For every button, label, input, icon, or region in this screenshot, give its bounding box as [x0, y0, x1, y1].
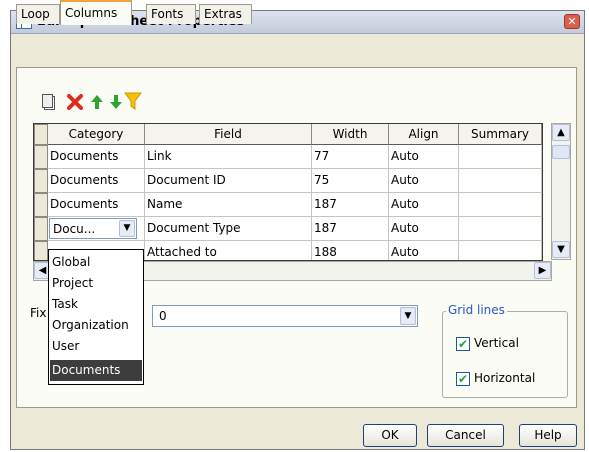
cell-align[interactable]: Auto: [389, 193, 459, 217]
scroll-up-icon[interactable]: ▲: [552, 124, 570, 141]
cell-width[interactable]: 187: [312, 217, 389, 241]
move-down-icon[interactable]: [107, 94, 125, 112]
cell-category[interactable]: Documents: [48, 193, 145, 217]
scroll-down-icon[interactable]: ▼: [552, 241, 570, 258]
row-selector[interactable]: [34, 193, 48, 217]
row-selector[interactable]: [34, 241, 48, 260]
cell-summary[interactable]: [459, 241, 542, 260]
cell-summary[interactable]: [459, 145, 542, 169]
column-header-field[interactable]: Field: [145, 124, 312, 145]
tab-columns[interactable]: Columns: [60, 0, 132, 25]
fixed-columns-select[interactable]: 0 ▼: [152, 305, 418, 327]
help-button[interactable]: Help: [519, 424, 577, 447]
cell-width[interactable]: 187: [312, 193, 389, 217]
dropdown-option-user[interactable]: User: [50, 336, 142, 357]
column-header-width[interactable]: Width: [312, 124, 389, 145]
category-combo-value: Docu...: [53, 222, 96, 236]
tab-extras[interactable]: Extras: [199, 4, 252, 24]
cell-align[interactable]: Auto: [389, 169, 459, 193]
scroll-right-icon[interactable]: ▶: [534, 262, 551, 279]
cell-width[interactable]: 75: [312, 169, 389, 193]
cell-field[interactable]: Name: [145, 193, 312, 217]
cell-align[interactable]: Auto: [389, 241, 459, 260]
category-combo[interactable]: Docu... ▼: [49, 218, 137, 239]
tab-loop[interactable]: Loop: [16, 4, 60, 24]
cell-field[interactable]: Attached to: [145, 241, 312, 260]
cell-category-editor: Docu... ▼: [48, 217, 145, 241]
horizontal-checkbox[interactable]: ✔: [456, 372, 470, 386]
cell-field[interactable]: Document Type: [145, 217, 312, 241]
chevron-down-icon[interactable]: ▼: [400, 307, 416, 325]
fixed-columns-label: Fix: [30, 306, 47, 320]
cell-summary[interactable]: [459, 217, 542, 241]
cell-align[interactable]: Auto: [389, 145, 459, 169]
cell-align[interactable]: Auto: [389, 217, 459, 241]
row-selector[interactable]: [34, 169, 48, 193]
cell-summary[interactable]: [459, 193, 542, 217]
vertical-checkbox[interactable]: ✔: [456, 337, 470, 351]
dropdown-option-documents[interactable]: Documents: [50, 360, 142, 381]
move-up-icon[interactable]: [88, 94, 106, 112]
chevron-down-icon[interactable]: ▼: [119, 220, 135, 237]
scroll-thumb[interactable]: [552, 145, 570, 159]
grid-corner: [34, 124, 48, 145]
dropdown-option-project[interactable]: Project: [50, 273, 142, 294]
cell-category[interactable]: Documents: [48, 169, 145, 193]
row-selector[interactable]: [34, 145, 48, 169]
tab-fonts[interactable]: Fonts: [146, 4, 196, 24]
cell-width[interactable]: 188: [312, 241, 389, 260]
columns-grid: Category Field Width Align Summary Docum…: [33, 123, 543, 261]
column-header-align[interactable]: Align: [389, 124, 459, 145]
close-icon[interactable]: ✕: [564, 14, 580, 29]
category-dropdown-list: Global Project Task Organization User Do…: [48, 249, 144, 385]
dropdown-option-task[interactable]: Task: [50, 294, 142, 315]
dropdown-option-global[interactable]: Global: [50, 252, 142, 273]
row-selector[interactable]: [34, 217, 48, 241]
cancel-button[interactable]: Cancel: [427, 424, 504, 447]
grid-lines-legend: Grid lines: [446, 303, 507, 317]
fixed-columns-value: 0: [159, 309, 167, 323]
cell-field[interactable]: Link: [145, 145, 312, 169]
cell-summary[interactable]: [459, 169, 542, 193]
new-column-icon[interactable]: [40, 93, 58, 111]
filter-icon[interactable]: [124, 92, 142, 110]
cell-width[interactable]: 77: [312, 145, 389, 169]
column-header-category[interactable]: Category: [48, 124, 145, 145]
vertical-checkbox-label[interactable]: Vertical: [474, 336, 519, 350]
cell-category[interactable]: Documents: [48, 145, 145, 169]
horizontal-checkbox-label[interactable]: Horizontal: [474, 371, 535, 385]
ok-button[interactable]: OK: [363, 424, 417, 447]
dropdown-option-organization[interactable]: Organization: [50, 315, 142, 336]
column-header-summary[interactable]: Summary: [459, 124, 542, 145]
cell-field[interactable]: Document ID: [145, 169, 312, 193]
grid-vertical-scrollbar[interactable]: ▲ ▼: [551, 123, 571, 260]
delete-icon[interactable]: [66, 93, 84, 111]
